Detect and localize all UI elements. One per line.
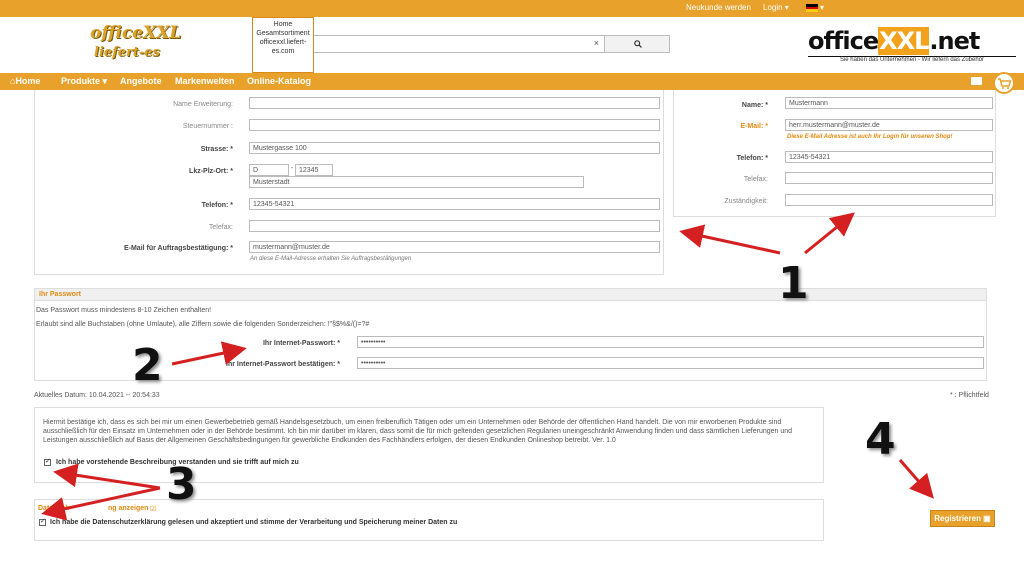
folder-icon[interactable] (971, 77, 982, 85)
tax-number-label: Steuernummer : (182, 123, 233, 130)
password-confirm-label: Ihr Internet-Passwort bestätigen: * (226, 361, 340, 368)
register-button[interactable]: Registrieren ▣ (930, 510, 995, 527)
breadcrumb-popup: Home Gesamtsortiment officexxl.liefert- … (252, 17, 314, 73)
password-label: Ihr Internet-Passwort: * (262, 340, 340, 347)
password-input[interactable]: •••••••••• (357, 336, 984, 348)
privacy-checkbox-label[interactable]: Ich habe die Datenschutzerklärung gelese… (50, 519, 457, 526)
annotation-2: 2 (132, 340, 163, 391)
language-caret-icon[interactable]: ▾ (820, 3, 824, 12)
contact-name-label: Name: * (741, 102, 768, 109)
nav-home[interactable]: ⌂Home (10, 76, 40, 86)
responsibility-input[interactable] (785, 194, 993, 206)
fax-label: Telefax: (208, 224, 233, 231)
top-bar: Neukunde werden Login ▾ ▾ (0, 0, 1024, 17)
name-ext-label: Name Erweiterung: (173, 101, 233, 108)
password-rule-length: Das Passwort muss mindestens 8-10 Zeiche… (36, 307, 212, 314)
logo-officexxl-net[interactable]: officeXXL.net Sie haben das Unternehmen … (808, 27, 1016, 63)
nav-products[interactable]: Produkte ▾ (61, 76, 107, 87)
contact-fax-input[interactable] (785, 172, 993, 184)
logo-officexxl[interactable]: officeXXL liefert-es (90, 25, 181, 60)
phone-label: Telefon: * (201, 202, 233, 209)
required-note: * : Pflichtfeld (950, 392, 989, 399)
main-nav: ⌂Home Produkte ▾ Angebote Markenwelten O… (0, 73, 1024, 90)
nav-offers[interactable]: Angebote (120, 76, 162, 86)
arrow-1a (679, 224, 781, 255)
new-customer-link[interactable]: Neukunde werden (686, 3, 751, 12)
privacy-link[interactable]: ng anzeigen (108, 505, 148, 512)
password-section-header: Ihr Passwort (34, 288, 987, 301)
order-email-hint: An diese E-Mail-Adresse erhalten Sie Auf… (250, 256, 412, 262)
phone-input[interactable]: 12345-54321 (249, 198, 660, 210)
order-email-input[interactable]: mustermann@muster.de (249, 241, 660, 253)
german-flag-icon[interactable] (806, 4, 818, 12)
annotation-3: 3 (166, 459, 197, 510)
privacy-checkbox[interactable] (39, 517, 46, 526)
fax-input[interactable] (249, 220, 660, 232)
zip-separator: - (291, 165, 294, 172)
responsibility-label: Zuständigkeit: (724, 198, 768, 205)
tax-number-input[interactable] (249, 119, 660, 131)
current-date: Aktuelles Datum: 10.04.2021 -- 20:54:33 (34, 392, 160, 399)
city-input[interactable]: Musterstadt (249, 176, 584, 188)
zip-city-label: Lkz-Plz-Ort: * (189, 168, 233, 175)
street-label: Strasse: * (200, 146, 233, 153)
contact-fax-label: Telefax: (743, 176, 768, 183)
login-menu[interactable]: Login ▾ (763, 3, 789, 12)
search-button[interactable] (604, 35, 670, 53)
header: officeXXL liefert-es × officeXXL.net Sie… (0, 17, 1024, 73)
contact-email-input[interactable]: herr.mustermann@muster.de (785, 119, 993, 131)
name-ext-input[interactable] (249, 97, 660, 109)
contact-email-hint: Diese E-Mail Adresse ist auch Ihr Login … (787, 134, 953, 140)
annotation-1: 1 (778, 258, 809, 309)
street-input[interactable]: Mustergasse 100 (249, 142, 660, 154)
arrow-4 (898, 459, 934, 499)
cart-icon[interactable] (993, 72, 1015, 94)
search-icon (634, 40, 642, 48)
password-rule-chars: Erlaubt sind alle Buchstaben (ohne Umlau… (36, 321, 370, 328)
country-input[interactable]: D (249, 164, 289, 176)
clear-search-icon[interactable]: × (594, 38, 599, 48)
arrow-1b (804, 212, 855, 255)
contact-name-input[interactable]: Mustermann (785, 97, 993, 109)
external-link-icon: ☑ (150, 506, 157, 513)
order-email-label: E-Mail für Auftragsbestätigung: * (123, 245, 233, 252)
business-checkbox[interactable] (44, 457, 51, 466)
contact-email-label: E-Mail: * (740, 123, 768, 130)
contact-phone-label: Telefon: * (736, 155, 768, 162)
nav-catalog[interactable]: Online-Katalog (247, 76, 311, 86)
business-confirmation-text: Hiermit bestätige ich, dass es sich bei … (43, 419, 793, 444)
privacy-link-prefix[interactable]: Datensch (38, 505, 70, 512)
contact-phone-input[interactable]: 12345-54321 (785, 151, 993, 163)
password-confirm-input[interactable]: •••••••••• (357, 357, 984, 369)
annotation-4: 4 (865, 414, 896, 465)
zip-input[interactable]: 12345 (295, 164, 333, 176)
nav-brands[interactable]: Markenwelten (175, 76, 235, 86)
